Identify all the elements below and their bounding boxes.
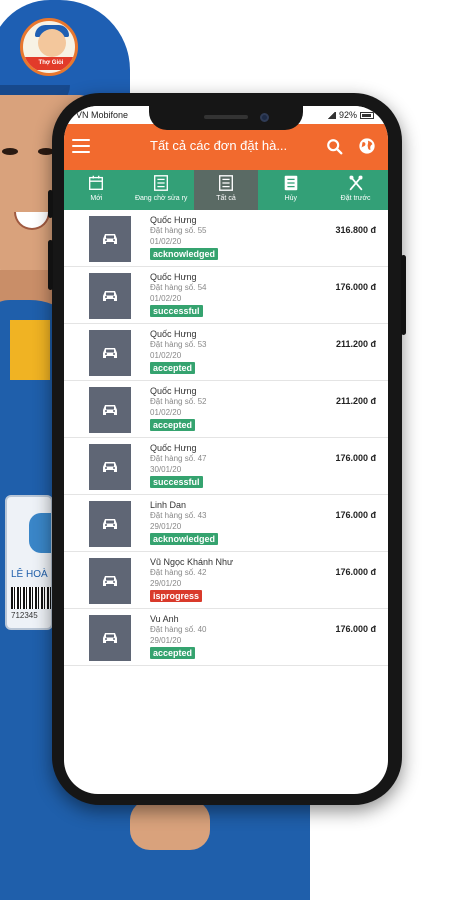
order-date: 01/02/20 [150,351,182,360]
barcode-icon [11,587,51,609]
car-icon [103,348,117,358]
tab-new[interactable]: Mới [64,170,129,210]
battery-label: 92% [338,110,357,120]
customer-name: Quốc Hưng [150,329,197,339]
order-row[interactable]: Vũ Ngọc Khánh Như Đặt hàng số. 42 29/01/… [64,552,388,609]
car-thumbnail [89,558,131,604]
car-thumbnail [89,444,131,490]
order-date: 01/02/20 [150,408,182,417]
status-badge: successful [150,305,203,317]
order-row[interactable]: Quốc Hưng Đặt hàng số. 53 01/02/20 accep… [64,324,388,381]
order-date: 29/01/20 [150,579,182,588]
tab-reserved[interactable]: Đặt trước [323,170,388,210]
order-price: 176.000 đ [335,510,376,520]
signal-icon [326,111,336,119]
status-badge: accepted [150,362,196,374]
status-badge: isprogress [150,590,203,602]
calendar-icon [89,175,104,190]
list-icon [219,175,233,191]
globe-icon[interactable] [358,137,376,155]
order-price: 176.000 đ [335,453,376,463]
car-icon [103,291,117,301]
car-icon [103,576,117,586]
order-row[interactable]: Linh Dan Đặt hàng số. 43 29/01/20 acknow… [64,495,388,552]
phone-screen: VN Mobifone 92% Tất cả các đơn đặt hà... [64,106,388,794]
car-thumbnail [89,330,131,376]
list-icon [154,175,169,191]
order-date: 01/02/20 [150,237,182,246]
battery-icon [360,111,374,119]
customer-name: Quốc Hưng [150,386,197,396]
order-date: 01/02/20 [150,294,182,303]
order-row[interactable]: Quốc Hưng Đặt hàng số. 52 01/02/20 accep… [64,381,388,438]
order-number: Đặt hàng số. 42 [150,568,207,577]
order-number: Đặt hàng số. 55 [150,226,207,235]
order-number: Đặt hàng số. 40 [150,625,207,634]
order-number: Đặt hàng số. 52 [150,397,207,406]
badge-text: Thợ Giỏi [25,57,75,70]
tab-cancelled[interactable]: Hủy [258,170,323,210]
hand [130,800,210,850]
order-price: 176.000 đ [335,282,376,292]
app-bar: Tất cả các đơn đặt hà... [64,124,388,170]
car-thumbnail [89,501,131,547]
order-price: 316.800 đ [335,225,376,235]
customer-name: Quốc Hưng [150,443,197,453]
customer-name: Linh Dan [150,500,187,510]
fork-knife-icon [349,175,363,191]
order-number: Đặt hàng số. 54 [150,283,207,292]
status-badge: accepted [150,647,196,659]
search-icon[interactable] [326,138,344,156]
order-number: Đặt hàng số. 47 [150,454,207,463]
order-price: 211.200 đ [335,339,376,349]
order-number: Đặt hàng số. 43 [150,511,207,520]
order-date: 29/01/20 [150,522,182,531]
tab-label: Đang chờ sửa ry [134,195,188,202]
order-price: 176.000 đ [335,624,376,634]
carrier-label: VN Mobifone [76,110,129,120]
car-thumbnail [89,273,131,319]
car-thumbnail [89,216,131,262]
tab-label: Hủy [284,195,298,202]
tab-label: Đặt trước [340,195,371,202]
order-date: 30/01/20 [150,465,182,474]
car-icon [103,462,117,472]
customer-name: Quốc Hưng [150,215,197,225]
front-camera [260,113,269,122]
order-row[interactable]: Quốc Hưng Đặt hàng số. 47 30/01/20 succe… [64,438,388,495]
customer-name: Vu Anh [150,614,179,624]
car-icon [103,234,117,244]
order-row[interactable]: Vu Anh Đặt hàng số. 40 29/01/20 accepted… [64,609,388,666]
id-card: LÊ HOÀ 712345 [5,495,53,630]
status-badge: accepted [150,419,196,431]
page-title: Tất cả các đơn đặt hà... [150,138,288,153]
cancel-list-icon [284,175,298,191]
tab-label: Tất cả [216,195,236,202]
tab-label: Mới [90,195,103,202]
car-thumbnail [89,387,131,433]
status-badge: acknowledged [150,533,219,545]
menu-icon[interactable] [72,137,90,155]
order-price: 176.000 đ [335,567,376,577]
customer-name: Quốc Hưng [150,272,197,282]
car-thumbnail [89,615,131,661]
order-list: Quốc Hưng Đặt hàng số. 55 01/02/20 ackno… [64,210,388,666]
car-icon [103,519,117,529]
order-price: 211.200 đ [335,396,376,406]
car-icon [103,405,117,415]
order-row[interactable]: Quốc Hưng Đặt hàng số. 55 01/02/20 ackno… [64,210,388,267]
status-badge: acknowledged [150,248,219,260]
tab-all[interactable]: Tất cả [193,170,259,210]
order-row[interactable]: Quốc Hưng Đặt hàng số. 54 01/02/20 succe… [64,267,388,324]
order-date: 29/01/20 [150,636,182,645]
car-icon [103,633,117,643]
id-card-number: 712345 [11,611,38,620]
id-card-name: LÊ HOÀ [11,569,48,580]
order-filter-tabs: Mới Đang chờ sửa ry Tất cả Hủy Đặt trước [64,170,388,210]
cap-logo-badge: Thợ Giỏi [20,18,78,76]
customer-name: Vũ Ngọc Khánh Như [150,557,234,567]
tab-pending-repair[interactable]: Đang chờ sửa ry [129,170,194,210]
order-number: Đặt hàng số. 53 [150,340,207,349]
status-badge: successful [150,476,203,488]
